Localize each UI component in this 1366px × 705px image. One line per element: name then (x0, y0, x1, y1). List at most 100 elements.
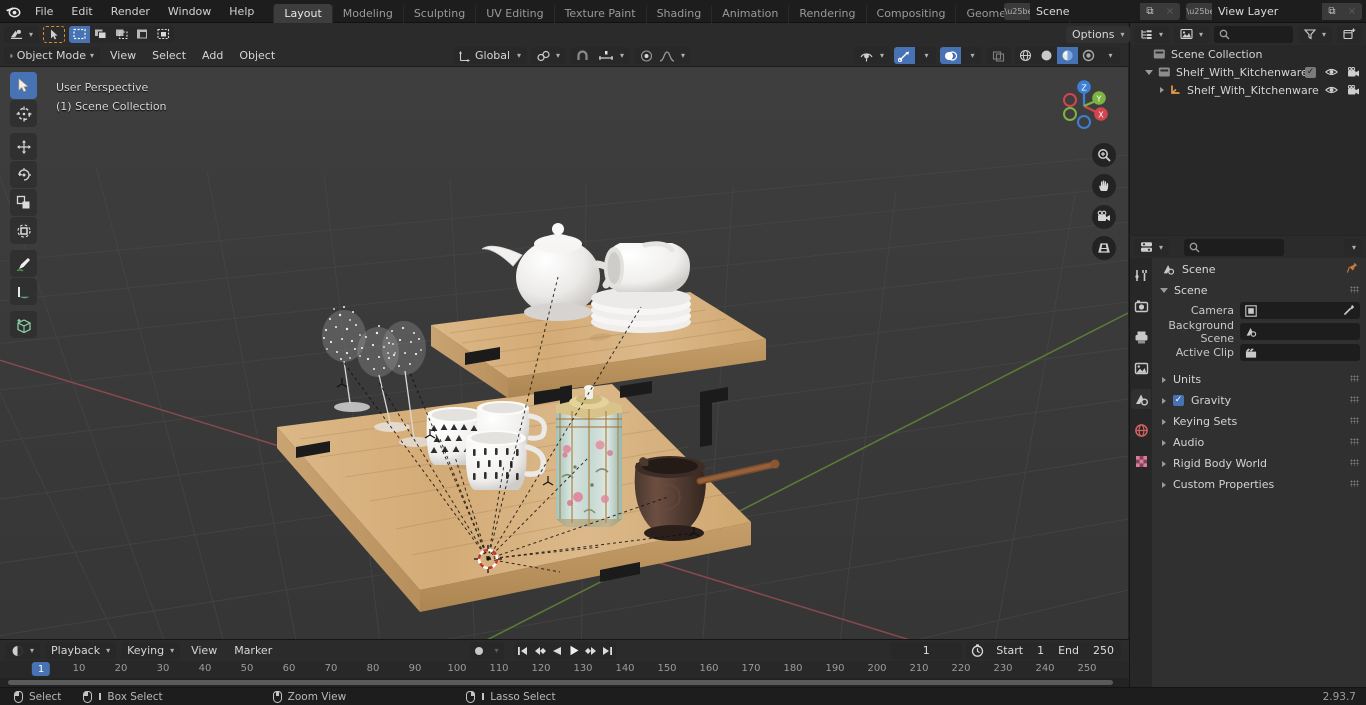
shading-material-preview-button[interactable] (1057, 47, 1078, 64)
pan-hand-icon[interactable] (1092, 174, 1116, 198)
section-custom-properties[interactable]: Custom Properties (1152, 474, 1366, 495)
collection-checkbox[interactable]: ✓ (1305, 66, 1316, 78)
proportional-editing-controls[interactable]: ▾ (634, 47, 692, 64)
keying-menu[interactable]: Keying ▾ (121, 642, 181, 659)
select-subtract-button[interactable] (111, 25, 133, 43)
section-gravity[interactable]: ✓ Gravity (1152, 390, 1366, 411)
timeline-view-menu[interactable]: View (185, 642, 223, 659)
tab-layout[interactable]: Layout (273, 3, 332, 23)
new-scene-button[interactable]: ⧉ (1140, 3, 1160, 20)
pin-icon[interactable] (1346, 262, 1358, 276)
viewport-menu-view[interactable]: View (104, 47, 142, 64)
section-expander-icon[interactable] (1162, 418, 1166, 425)
object-visibility-dropdown[interactable]: ▾ (853, 47, 890, 64)
new-view-layer-button[interactable]: ⧉ (1322, 3, 1342, 20)
viewport-menu-object[interactable]: Object (233, 47, 281, 64)
3d-viewport[interactable]: User Perspective (1) Scene Collection Z … (0, 67, 1128, 639)
outliner-row-collection-shelf[interactable]: Shelf_With_Kitchenware ✓ (1130, 63, 1366, 81)
transform-orientation-dropdown[interactable]: Global ▾ (453, 47, 527, 64)
tab-shading[interactable]: Shading (645, 3, 712, 23)
timeline-editor-icon[interactable]: ▾ (5, 642, 41, 659)
tab-texture-paint[interactable]: Texture Paint (553, 3, 646, 23)
properties-editor[interactable]: ▾ ▾ Scene Scene Camera Background Scene … (1129, 236, 1366, 705)
tab-scene-icon[interactable] (1131, 389, 1151, 409)
scene-panel-header[interactable]: Scene (1152, 280, 1366, 300)
show-overlays-button[interactable] (940, 47, 961, 64)
annotate-tool-button[interactable] (10, 250, 37, 277)
menu-file[interactable]: File (26, 0, 62, 23)
camera-icon[interactable] (1092, 205, 1116, 229)
move-tool-button[interactable] (10, 133, 37, 160)
tab-uv-editing[interactable]: UV Editing (475, 3, 553, 23)
play-icon[interactable] (565, 642, 582, 659)
active-clip-field[interactable] (1240, 344, 1360, 361)
select-intersect-button[interactable] (153, 25, 175, 43)
scene-name[interactable]: Scene (1030, 3, 1140, 20)
tweak-tool-icon[interactable] (43, 25, 66, 43)
object-mode-dropdown[interactable]: Object Mode ▾ (4, 47, 100, 64)
measure-tool-button[interactable] (10, 278, 37, 305)
play-reverse-icon[interactable] (548, 642, 565, 659)
navigation-gizmo[interactable]: Z Y X (1054, 76, 1114, 136)
camera-render-icon[interactable] (1347, 84, 1360, 96)
start-frame-field[interactable]: Start 1 (989, 642, 1052, 659)
tab-texture-icon[interactable] (1131, 451, 1151, 471)
section-expander-icon[interactable] (1162, 376, 1166, 383)
panel-drag-grip[interactable] (1350, 396, 1359, 403)
pivot-point-dropdown[interactable]: ▾ (531, 47, 567, 64)
section-expander-icon[interactable] (1162, 439, 1166, 446)
properties-filter-dropdown[interactable]: ▾ (1343, 238, 1362, 256)
gizmo-options-dropdown[interactable]: ▾ (915, 47, 936, 64)
overlay-options-dropdown[interactable]: ▾ (961, 47, 982, 64)
timeline-marker-menu[interactable]: Marker (228, 642, 278, 659)
panel-drag-grip[interactable] (1350, 375, 1359, 382)
outliner-editor[interactable]: ▾ ▾ ▾ Scene Collection Shelf_With_Kitche… (1129, 23, 1366, 235)
section-keying-sets[interactable]: Keying Sets (1152, 411, 1366, 432)
ortho-persp-icon[interactable] (1092, 236, 1116, 260)
outliner-expander-right-icon[interactable] (1160, 87, 1164, 93)
shading-wireframe-button[interactable] (1015, 47, 1036, 64)
tab-view-layer-icon[interactable] (1131, 358, 1151, 378)
select-set-button[interactable] (69, 25, 91, 43)
section-units[interactable]: Units (1152, 369, 1366, 390)
tab-render-camera-icon[interactable] (1131, 296, 1151, 316)
tab-rendering[interactable]: Rendering (788, 3, 865, 23)
menu-edit[interactable]: Edit (62, 0, 101, 23)
scale-tool-button[interactable] (10, 189, 37, 216)
timeline-ruler[interactable]: 1 10 20 30 40 50 60 70 80 90 100 110 120… (0, 661, 1129, 678)
remove-view-layer-button[interactable]: × (1342, 3, 1362, 20)
gravity-checkbox[interactable]: ✓ (1173, 395, 1184, 406)
shading-rendered-button[interactable] (1078, 47, 1099, 64)
properties-search-input[interactable] (1184, 238, 1285, 256)
section-audio[interactable]: Audio (1152, 432, 1366, 453)
rotate-tool-button[interactable] (10, 161, 37, 188)
current-frame-field[interactable]: 1 (890, 642, 963, 659)
tab-printer-icon[interactable] (1131, 327, 1151, 347)
select-difference-button[interactable] (132, 25, 154, 43)
section-expander-icon[interactable] (1162, 481, 1166, 488)
camera-render-icon[interactable] (1347, 66, 1360, 78)
eyedropper-icon[interactable] (1343, 304, 1355, 318)
menu-help[interactable]: Help (220, 0, 263, 23)
menu-render[interactable]: Render (102, 0, 159, 23)
eye-icon[interactable] (1325, 67, 1338, 77)
viewport-menu-select[interactable]: Select (146, 47, 192, 64)
view-layer-icon[interactable]: \u25be (1186, 3, 1214, 20)
jump-to-end-icon[interactable] (599, 642, 616, 659)
section-expander-icon[interactable] (1162, 397, 1166, 404)
options-dropdown[interactable]: Options ▾ (1066, 26, 1131, 43)
outliner-expander-down-icon[interactable] (1145, 69, 1153, 75)
jump-to-next-keyframe-icon[interactable] (582, 642, 599, 659)
panel-drag-grip[interactable] (1350, 417, 1359, 424)
outliner-filter-id-icon[interactable]: ▾ (1174, 25, 1210, 43)
zoom-icon[interactable] (1092, 143, 1116, 167)
tab-world-icon[interactable] (1131, 420, 1151, 440)
panel-drag-grip[interactable] (1350, 459, 1359, 466)
panel-drag-grip[interactable] (1350, 438, 1359, 445)
blender-logo-icon[interactable] (0, 0, 26, 23)
properties-editor-icon[interactable]: ▾ (1134, 238, 1170, 256)
panel-expander-down-icon[interactable] (1160, 287, 1168, 293)
outliner-new-collection-icon[interactable] (1337, 25, 1362, 43)
outliner-funnel-icon[interactable]: ▾ (1297, 25, 1332, 43)
scene-data-icon[interactable]: \u25be (1004, 3, 1032, 20)
